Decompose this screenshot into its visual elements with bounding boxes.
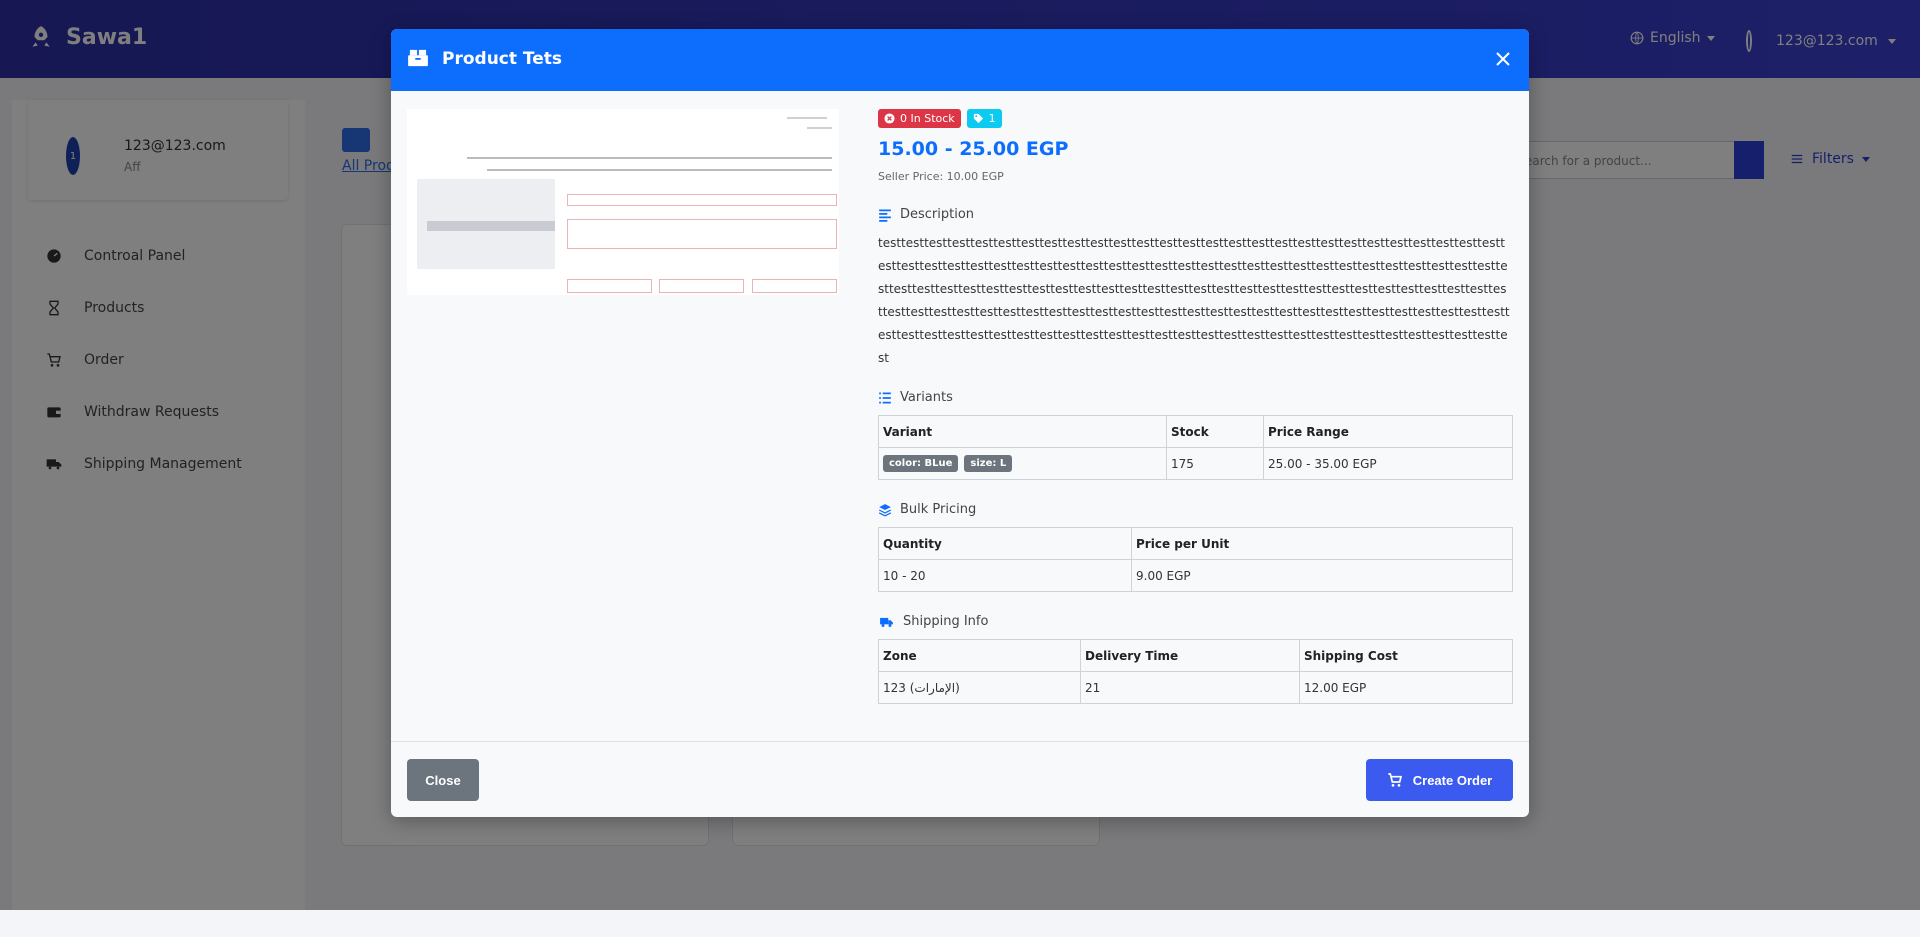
truck-icon: [880, 617, 893, 627]
create-order-button[interactable]: Create Order: [1366, 759, 1513, 801]
table-row: color: BLue size: L 175 25.00 - 35.00 EGP: [878, 447, 1513, 480]
table-header: Stock: [1166, 415, 1264, 448]
table-cell: 123 (الإمارات): [878, 671, 1081, 704]
product-description: testtesttesttesttesttesttesttesttesttest…: [878, 236, 1510, 365]
x-circle-icon: [884, 113, 895, 124]
table-cell: 12.00 EGP: [1299, 671, 1513, 704]
product-modal: Product Tets 0 In Stock 1 15.00 - 25.00 …: [391, 29, 1529, 817]
stock-badge: 0 In Stock: [878, 109, 961, 128]
variant-chip: size: L: [964, 455, 1013, 472]
tag-badge: 1: [966, 109, 1002, 128]
table-row: 123 (الإمارات) 21 12.00 EGP: [878, 671, 1513, 704]
shipping-info-heading: Shipping Info: [878, 614, 1513, 629]
price-range: 15.00 - 25.00 EGP: [878, 138, 1069, 160]
align-left-icon: [879, 208, 891, 222]
close-icon[interactable]: [1491, 47, 1515, 71]
table-row: 10 - 20 9.00 EGP: [878, 559, 1513, 592]
table-header: Price per Unit: [1131, 527, 1513, 560]
description-heading: Description: [878, 207, 1513, 222]
table-header: Variant: [878, 415, 1167, 448]
table-header: Quantity: [878, 527, 1132, 560]
close-button[interactable]: Close: [407, 759, 479, 801]
seller-price: Seller Price: 10.00 EGP: [878, 170, 1004, 183]
bulk-pricing-heading: Bulk Pricing: [878, 502, 1513, 517]
page-footer: [0, 910, 1920, 937]
variants-heading: Variants: [878, 390, 1513, 405]
table-header: Zone: [878, 639, 1081, 672]
create-order-label: Create Order: [1412, 772, 1493, 788]
section-title: Bulk Pricing: [900, 502, 977, 517]
section-title: Shipping Info: [903, 614, 989, 629]
stock-badge-label: 0 In Stock: [900, 112, 955, 125]
boxes-icon: [408, 49, 428, 67]
shipping-info-table: Zone Delivery Time Shipping Cost 123 (ال…: [878, 639, 1513, 704]
modal-title: Product Tets: [442, 49, 563, 69]
table-cell: 25.00 - 35.00 EGP: [1263, 447, 1513, 480]
table-cell: 10 - 20: [878, 559, 1132, 592]
layers-icon: [878, 503, 892, 516]
section-title: Description: [900, 207, 975, 222]
modal-footer: [391, 741, 1529, 817]
tag-icon: [973, 113, 983, 124]
table-cell: color: BLue size: L: [878, 447, 1167, 480]
table-cell: 175: [1166, 447, 1264, 480]
cart-icon: [1388, 773, 1402, 787]
product-image[interactable]: [407, 109, 839, 295]
modal-header: Product Tets: [391, 29, 1529, 91]
table-cell: 9.00 EGP: [1131, 559, 1513, 592]
tag-badge-label: 1: [988, 112, 996, 125]
table-header: Price Range: [1263, 415, 1513, 448]
variants-table: Variant Stock Price Range color: BLue siz…: [878, 415, 1513, 480]
product-details: 0 In Stock 1 15.00 - 25.00 EGP Seller Pr…: [878, 109, 1513, 704]
bulk-pricing-table: Quantity Price per Unit 10 - 20 9.00 EGP: [878, 527, 1513, 592]
table-cell: 21: [1080, 671, 1300, 704]
variant-chip: color: BLue: [883, 455, 959, 472]
section-title: Variants: [900, 390, 953, 405]
list-icon: [879, 391, 891, 404]
table-header: Delivery Time: [1080, 639, 1300, 672]
table-header: Shipping Cost: [1299, 639, 1513, 672]
